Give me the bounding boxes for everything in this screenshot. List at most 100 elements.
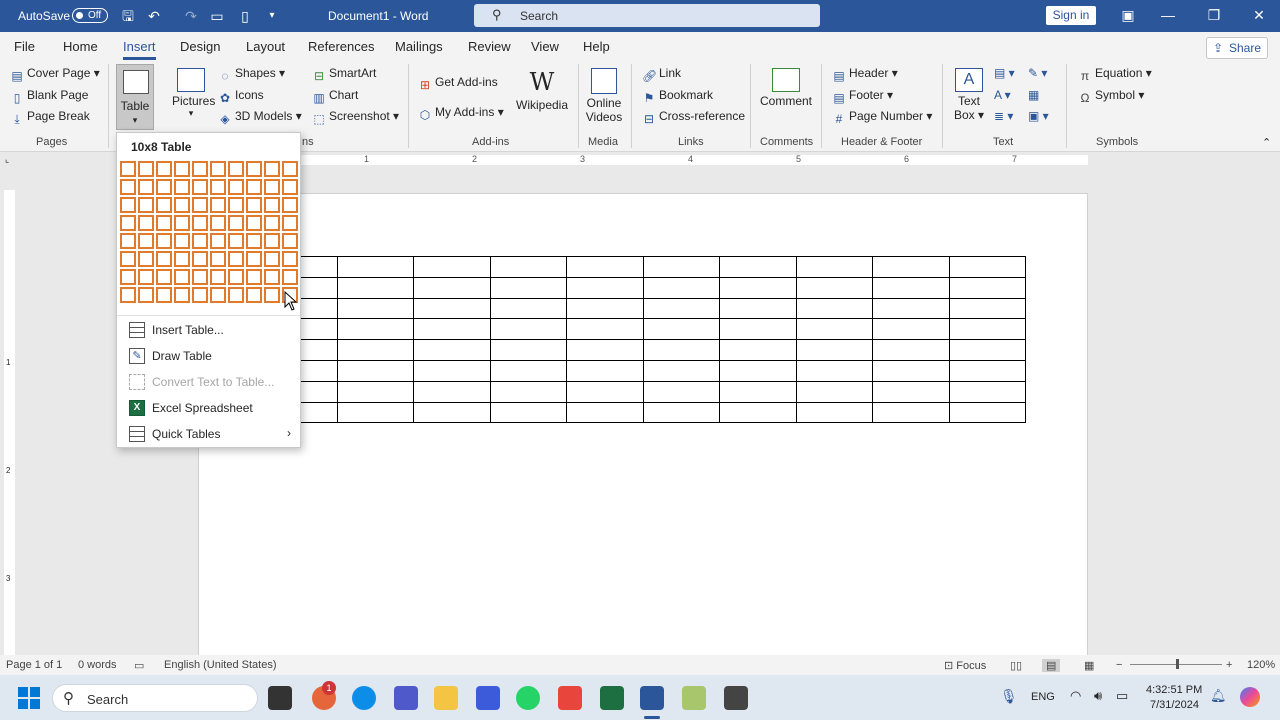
- table-grid-cell[interactable]: [264, 161, 280, 177]
- table-grid-cell[interactable]: [210, 197, 226, 213]
- table-cell[interactable]: [795, 256, 873, 278]
- cover-page-button[interactable]: ▤ Cover Page ▾: [10, 66, 99, 83]
- teams-icon[interactable]: [394, 686, 418, 710]
- table-cell[interactable]: [489, 276, 567, 299]
- table-grid-cell[interactable]: [192, 197, 208, 213]
- table-cell[interactable]: [413, 401, 491, 424]
- read-mode-icon[interactable]: ▯▯: [1010, 659, 1022, 672]
- table-grid-cell[interactable]: [138, 161, 154, 177]
- table-grid-cell[interactable]: [282, 197, 298, 213]
- table-grid-cell[interactable]: [282, 269, 298, 285]
- table-cell[interactable]: [642, 401, 720, 424]
- table-cell[interactable]: [566, 297, 644, 320]
- table-grid-cell[interactable]: [246, 161, 262, 177]
- page-break-button[interactable]: ⤓ Page Break: [10, 109, 89, 126]
- table-grid-cell[interactable]: [228, 233, 244, 249]
- tab-references[interactable]: References: [308, 39, 374, 54]
- object-icon[interactable]: ▣ ▾: [1028, 109, 1049, 123]
- table-grid-cell[interactable]: [264, 179, 280, 195]
- table-cell[interactable]: [489, 380, 567, 403]
- bookmark-button[interactable]: ⚑ Bookmark: [642, 88, 713, 105]
- table-cell[interactable]: [336, 339, 414, 361]
- app-icon[interactable]: [476, 686, 500, 710]
- icons-button[interactable]: ✿ Icons: [218, 88, 264, 105]
- undo-icon[interactable]: ↶: [146, 8, 162, 24]
- table-cell[interactable]: [719, 339, 797, 361]
- table-grid-cell[interactable]: [228, 161, 244, 177]
- proofing-icon[interactable]: ▭: [134, 659, 144, 672]
- table-cell[interactable]: [719, 256, 797, 278]
- insert-table-item[interactable]: Insert Table...: [117, 317, 300, 343]
- tab-file[interactable]: File: [14, 39, 35, 54]
- tab-home[interactable]: Home: [63, 39, 98, 54]
- table-cell[interactable]: [948, 276, 1026, 299]
- get-addins-button[interactable]: ⊞ Get Add-ins: [418, 75, 498, 92]
- table-grid-cell[interactable]: [210, 269, 226, 285]
- table-grid-cell[interactable]: [210, 233, 226, 249]
- table-grid-cell[interactable]: [120, 197, 136, 213]
- task-view-icon[interactable]: [268, 686, 292, 710]
- table-cell[interactable]: [719, 318, 797, 341]
- table-cell[interactable]: [336, 380, 414, 403]
- app-icon[interactable]: [558, 686, 582, 710]
- table-cell[interactable]: [642, 276, 720, 299]
- table-cell[interactable]: [795, 401, 873, 424]
- table-grid-cell[interactable]: [174, 251, 190, 267]
- wikipedia-button[interactable]: W Wikipedia: [516, 68, 568, 112]
- volume-icon[interactable]: 🔊︎: [1094, 688, 1102, 704]
- quick-parts-icon[interactable]: ▤ ▾: [994, 66, 1015, 80]
- symbol-button[interactable]: Ω Symbol ▾: [1078, 88, 1145, 105]
- table-grid-cell[interactable]: [120, 269, 136, 285]
- table-grid-cell[interactable]: [228, 287, 244, 303]
- table-cell[interactable]: [413, 380, 491, 403]
- table-cell[interactable]: [872, 339, 950, 361]
- table-grid-cell[interactable]: [174, 269, 190, 285]
- excel-icon[interactable]: [600, 686, 624, 710]
- excel-spreadsheet-item[interactable]: X Excel Spreadsheet: [117, 395, 300, 421]
- chart-button[interactable]: ▥ Chart: [312, 88, 358, 105]
- table-grid-cell[interactable]: [192, 233, 208, 249]
- print-layout-icon[interactable]: ▤: [1042, 659, 1061, 672]
- table-cell[interactable]: [642, 318, 720, 341]
- table-cell[interactable]: [489, 359, 567, 382]
- table-grid-cell[interactable]: [174, 161, 190, 177]
- table-cell[interactable]: [948, 297, 1026, 320]
- table-grid-cell[interactable]: [138, 251, 154, 267]
- table-grid-cell[interactable]: [210, 215, 226, 231]
- table-cell[interactable]: [795, 380, 873, 403]
- table-cell[interactable]: [872, 380, 950, 403]
- equation-button[interactable]: π Equation ▾: [1078, 66, 1152, 83]
- zoom-level[interactable]: 120%: [1247, 659, 1275, 671]
- table-grid-cell[interactable]: [228, 179, 244, 195]
- table-cell[interactable]: [413, 297, 491, 320]
- table-grid-cell[interactable]: [192, 161, 208, 177]
- blank-page-button[interactable]: ▯ Blank Page: [10, 88, 89, 105]
- table-cell[interactable]: [872, 276, 950, 299]
- table-grid-cell[interactable]: [174, 287, 190, 303]
- table-cell[interactable]: [872, 318, 950, 341]
- table-grid-cell[interactable]: [138, 215, 154, 231]
- table-row[interactable]: [260, 276, 1026, 299]
- table-size-grid[interactable]: [120, 161, 300, 305]
- focus-button[interactable]: ⊡ Focus: [944, 659, 986, 672]
- tab-mailings[interactable]: Mailings: [395, 39, 443, 54]
- table-grid-cell[interactable]: [282, 251, 298, 267]
- online-videos-button[interactable]: Online Videos: [582, 68, 626, 124]
- table-grid-cell[interactable]: [138, 233, 154, 249]
- table-grid-cell[interactable]: [120, 287, 136, 303]
- table-grid-cell[interactable]: [156, 233, 172, 249]
- table-grid-cell[interactable]: [264, 251, 280, 267]
- table-cell[interactable]: [642, 359, 720, 382]
- ribbon-display-icon[interactable]: ▣: [1120, 7, 1136, 23]
- table-cell[interactable]: [642, 297, 720, 320]
- table-cell[interactable]: [948, 339, 1026, 361]
- table-grid-cell[interactable]: [156, 287, 172, 303]
- footer-button[interactable]: ▤ Footer ▾: [832, 88, 893, 105]
- close-icon[interactable]: ✕: [1251, 7, 1267, 23]
- table-cell[interactable]: [413, 256, 491, 278]
- header-button[interactable]: ▤ Header ▾: [832, 66, 897, 83]
- table-row[interactable]: [260, 359, 1026, 382]
- zoom-out-icon[interactable]: −: [1116, 659, 1122, 671]
- autosave-toggle[interactable]: Off: [72, 8, 108, 23]
- table-grid-cell[interactable]: [138, 287, 154, 303]
